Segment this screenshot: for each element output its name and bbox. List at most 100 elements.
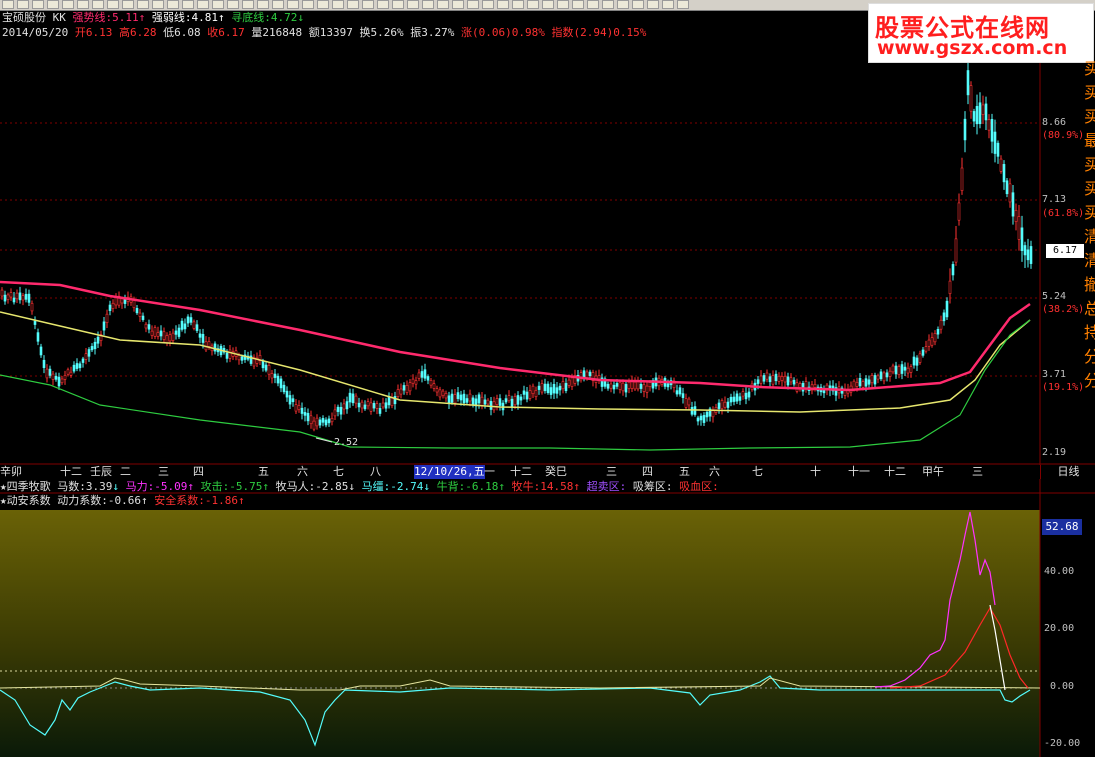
- toolbar-button[interactable]: [137, 0, 149, 9]
- toolbar-button[interactable]: [392, 0, 404, 9]
- toolbar-button[interactable]: [257, 0, 269, 9]
- candle-body: [558, 385, 562, 391]
- candle-body: [999, 158, 1003, 172]
- toolbar-button[interactable]: [647, 0, 659, 9]
- candle-body: [951, 264, 955, 276]
- toolbar-button[interactable]: [62, 0, 74, 9]
- toolbar-button[interactable]: [197, 0, 209, 9]
- toolbar-button[interactable]: [557, 0, 569, 9]
- candle-body: [759, 375, 763, 384]
- toolbar-button[interactable]: [122, 0, 134, 9]
- candle-body: [339, 406, 343, 415]
- indicator-current-badge: 52.68: [1042, 519, 1082, 535]
- toolbar-button[interactable]: [47, 0, 59, 9]
- candle-body: [306, 412, 310, 422]
- toolbar-button[interactable]: [167, 0, 179, 9]
- candle-body: [198, 333, 202, 338]
- candle-body: [915, 357, 919, 366]
- period-label[interactable]: 日线: [1040, 465, 1095, 479]
- candle-body: [945, 300, 949, 318]
- toolbar-button[interactable]: [587, 0, 599, 9]
- timeline-label: 一: [484, 465, 495, 478]
- toolbar-button[interactable]: [182, 0, 194, 9]
- timeline-label: 八: [370, 465, 381, 478]
- toolbar-button[interactable]: [107, 0, 119, 9]
- candle-body: [309, 415, 313, 425]
- candle-body: [366, 401, 370, 407]
- candle-body: [972, 111, 976, 122]
- candle-body: [864, 378, 868, 387]
- toolbar-button[interactable]: [77, 0, 89, 9]
- toolbar-button[interactable]: [482, 0, 494, 9]
- candle-body: [480, 396, 484, 406]
- toolbar-button[interactable]: [437, 0, 449, 9]
- candle-body: [405, 384, 409, 393]
- toolbar-button[interactable]: [407, 0, 419, 9]
- candle-body: [189, 317, 193, 323]
- timeline-label: 七: [752, 465, 763, 478]
- toolbar-button[interactable]: [2, 0, 14, 9]
- timeline-label: 癸巳: [545, 465, 567, 478]
- toolbar-button[interactable]: [512, 0, 524, 9]
- strong-line-label: 强势线:: [72, 11, 113, 24]
- watermark-url: www.gszx.com.cn: [877, 37, 1068, 59]
- candle-body: [225, 352, 229, 359]
- price-chart[interactable]: [0, 0, 1095, 757]
- candle-body: [525, 391, 529, 400]
- candle-body: [906, 367, 910, 374]
- toolbar-button[interactable]: [602, 0, 614, 9]
- toolbar-button[interactable]: [332, 0, 344, 9]
- candle-body: [681, 393, 685, 398]
- candle-body: [147, 324, 151, 330]
- toolbar-button[interactable]: [272, 0, 284, 9]
- toolbar-button[interactable]: [452, 0, 464, 9]
- candle-body: [921, 349, 925, 356]
- candle-body: [936, 329, 940, 335]
- toolbar-button[interactable]: [572, 0, 584, 9]
- toolbar-button[interactable]: [362, 0, 374, 9]
- candle-body: [639, 383, 643, 389]
- toolbar-button[interactable]: [542, 0, 554, 9]
- candle-body: [489, 401, 493, 410]
- candle-body: [264, 364, 268, 371]
- candle-body: [978, 102, 982, 125]
- toolbar-button[interactable]: [377, 0, 389, 9]
- indicator1-item-4: 牧马人:-2.85: [275, 480, 349, 493]
- quote-volume: 量216848: [251, 26, 303, 39]
- toolbar-button[interactable]: [302, 0, 314, 9]
- toolbar-button[interactable]: [317, 0, 329, 9]
- toolbar-button[interactable]: [527, 0, 539, 9]
- candle-body: [54, 376, 58, 380]
- toolbar-button[interactable]: [242, 0, 254, 9]
- indicator1-item-8: 超卖区:: [586, 480, 627, 493]
- toolbar-button[interactable]: [617, 0, 629, 9]
- toolbar-button[interactable]: [422, 0, 434, 9]
- candle-body: [453, 394, 457, 404]
- candle-body: [696, 417, 700, 422]
- candle-body: [528, 390, 532, 399]
- candle-body: [60, 378, 64, 384]
- toolbar-button[interactable]: [17, 0, 29, 9]
- toolbar-button[interactable]: [152, 0, 164, 9]
- candle-body: [348, 392, 352, 403]
- toolbar-button[interactable]: [467, 0, 479, 9]
- toolbar-button[interactable]: [227, 0, 239, 9]
- toolbar-button[interactable]: [32, 0, 44, 9]
- toolbar-button[interactable]: [287, 0, 299, 9]
- indicator2-name[interactable]: ★动安系数: [0, 494, 51, 507]
- toolbar-button[interactable]: [632, 0, 644, 9]
- toolbar-button[interactable]: [662, 0, 674, 9]
- toolbar-button[interactable]: [92, 0, 104, 9]
- candle-body: [876, 375, 880, 380]
- stock-name[interactable]: 宝硕股份: [2, 11, 46, 24]
- candle-body: [621, 382, 625, 392]
- quote-line: 2014/05/20 开6.13 高6.28 低6.08 收6.17 量2168…: [2, 26, 646, 40]
- candle-body: [381, 402, 385, 408]
- toolbar-button[interactable]: [497, 0, 509, 9]
- indicator1-name[interactable]: ★四季牧歌: [0, 480, 51, 493]
- toolbar-button[interactable]: [347, 0, 359, 9]
- price-tick-3-pct: (38.2%): [1042, 304, 1085, 315]
- toolbar-button[interactable]: [212, 0, 224, 9]
- candle-body: [354, 395, 358, 404]
- toolbar-button[interactable]: [677, 0, 689, 9]
